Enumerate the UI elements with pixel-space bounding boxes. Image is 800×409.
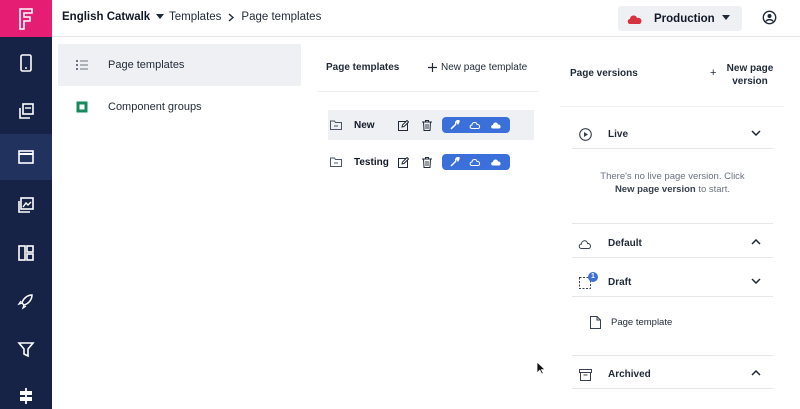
cloud-outline-icon bbox=[578, 239, 591, 249]
breadcrumb-templates[interactable]: Templates bbox=[169, 11, 221, 23]
plus-icon bbox=[428, 63, 437, 72]
org-switcher[interactable]: English Catwalk bbox=[62, 11, 165, 23]
user-menu-button[interactable] bbox=[762, 10, 777, 28]
template-row-new[interactable]: New bbox=[328, 110, 534, 140]
breadcrumb: Templates Page templates bbox=[169, 11, 321, 23]
phone-icon bbox=[20, 54, 32, 72]
app-rail bbox=[0, 0, 52, 409]
draft-version-label: Page template bbox=[611, 317, 673, 328]
section-default[interactable]: Default bbox=[572, 230, 773, 258]
new-page-version-button[interactable]: New page version bbox=[718, 62, 782, 88]
sidebar-item-component-groups[interactable]: Component groups bbox=[58, 86, 301, 128]
app-logo[interactable] bbox=[0, 0, 52, 37]
top-bar: English Catwalk Templates Page templates… bbox=[52, 0, 800, 37]
window-icon bbox=[18, 150, 34, 164]
cloud-icon bbox=[627, 14, 642, 24]
section-draft[interactable]: 1 Draft bbox=[572, 269, 773, 297]
sidebar-item-label: Page templates bbox=[108, 59, 185, 71]
section-live[interactable]: Live bbox=[572, 121, 773, 149]
org-name: English Catwalk bbox=[62, 11, 151, 23]
draft-count-badge: 1 bbox=[588, 271, 598, 282]
deploy-actions bbox=[442, 117, 510, 133]
play-circle-icon bbox=[578, 128, 592, 141]
section-archived[interactable]: Archived bbox=[572, 361, 773, 389]
component-square-icon bbox=[76, 101, 88, 113]
logo-f-icon bbox=[19, 7, 33, 30]
signpost-icon bbox=[20, 388, 32, 404]
versions-title: Page versions bbox=[570, 68, 638, 79]
trash-icon[interactable] bbox=[422, 156, 432, 168]
versions-panel: Page versions + New page version Live Th… bbox=[560, 37, 784, 409]
section-label: Draft bbox=[608, 277, 632, 288]
rocket-icon bbox=[17, 294, 33, 310]
new-page-version-label-line1: New page bbox=[726, 63, 774, 74]
list-icon bbox=[76, 60, 88, 70]
empty-text-line1: There's no live page version. Click bbox=[600, 171, 745, 182]
trash-icon[interactable] bbox=[422, 119, 432, 131]
document-icon bbox=[590, 316, 601, 329]
breadcrumb-page-templates: Page templates bbox=[241, 11, 322, 23]
rail-item-media[interactable] bbox=[0, 182, 52, 228]
edit-icon[interactable] bbox=[398, 156, 409, 168]
chevron-up-icon bbox=[751, 370, 761, 376]
environment-selector[interactable]: Production bbox=[618, 6, 742, 31]
dashboard-icon bbox=[18, 245, 34, 261]
divider bbox=[572, 223, 773, 224]
cloud-filled-icon[interactable] bbox=[490, 158, 502, 166]
section-label: Default bbox=[608, 238, 642, 249]
empty-text-tail: to start. bbox=[695, 184, 731, 195]
wrench-icon[interactable] bbox=[450, 157, 460, 167]
filter-icon bbox=[17, 342, 35, 358]
chevron-down-icon bbox=[751, 130, 761, 136]
environment-name: Production bbox=[654, 12, 715, 25]
cloud-filled-icon[interactable] bbox=[490, 121, 502, 129]
archive-box-icon bbox=[578, 368, 592, 381]
empty-text-link[interactable]: New page version bbox=[615, 184, 696, 195]
user-icon bbox=[762, 10, 777, 25]
draft-version-item[interactable]: Page template bbox=[590, 316, 672, 329]
templates-header: Page templates New page template bbox=[318, 37, 538, 92]
rail-item-templates[interactable] bbox=[0, 134, 52, 180]
mouse-cursor-icon bbox=[536, 361, 546, 375]
deploy-actions bbox=[442, 154, 510, 170]
live-empty-message: There's no live page version. Click New … bbox=[572, 170, 773, 196]
folder-icon bbox=[330, 157, 342, 167]
chevron-down-icon bbox=[751, 278, 761, 284]
sidebar: Page templates Component groups bbox=[52, 37, 306, 409]
rail-item-filters[interactable] bbox=[0, 326, 52, 372]
section-label: Live bbox=[608, 129, 629, 140]
new-page-template-label: New page template bbox=[441, 62, 528, 73]
caret-down-icon bbox=[156, 14, 165, 19]
caret-down-icon bbox=[722, 15, 730, 20]
new-page-version-label-line2: version bbox=[732, 76, 768, 87]
chevron-right-icon bbox=[228, 12, 235, 22]
new-page-template-button[interactable]: New page template bbox=[428, 62, 527, 73]
section-label: Archived bbox=[608, 369, 651, 380]
rail-item-pages[interactable] bbox=[0, 88, 52, 134]
cloud-outline-icon[interactable] bbox=[469, 121, 481, 129]
sidebar-item-page-templates[interactable]: Page templates bbox=[58, 44, 301, 86]
folder-icon bbox=[330, 120, 342, 130]
template-name: Testing bbox=[354, 156, 389, 168]
template-name: New bbox=[354, 119, 375, 131]
media-icon bbox=[18, 197, 34, 213]
versions-header: Page versions + New page version bbox=[560, 37, 784, 107]
edit-icon[interactable] bbox=[398, 119, 409, 131]
sidebar-item-label: Component groups bbox=[108, 101, 202, 113]
rail-item-dashboard[interactable] bbox=[0, 230, 52, 276]
rail-item-routes[interactable] bbox=[0, 373, 52, 409]
templates-panel: Page templates New page template New Tes… bbox=[318, 37, 538, 409]
pages-icon bbox=[19, 103, 34, 119]
plus-icon: + bbox=[710, 67, 717, 79]
chevron-up-icon bbox=[751, 239, 761, 245]
cloud-outline-icon[interactable] bbox=[469, 158, 481, 166]
template-row-testing[interactable]: Testing bbox=[328, 147, 534, 177]
wrench-icon[interactable] bbox=[450, 120, 460, 130]
divider bbox=[572, 355, 773, 356]
rail-item-devices[interactable] bbox=[0, 40, 52, 86]
rail-item-deploy[interactable] bbox=[0, 278, 52, 324]
templates-title: Page templates bbox=[326, 62, 400, 73]
